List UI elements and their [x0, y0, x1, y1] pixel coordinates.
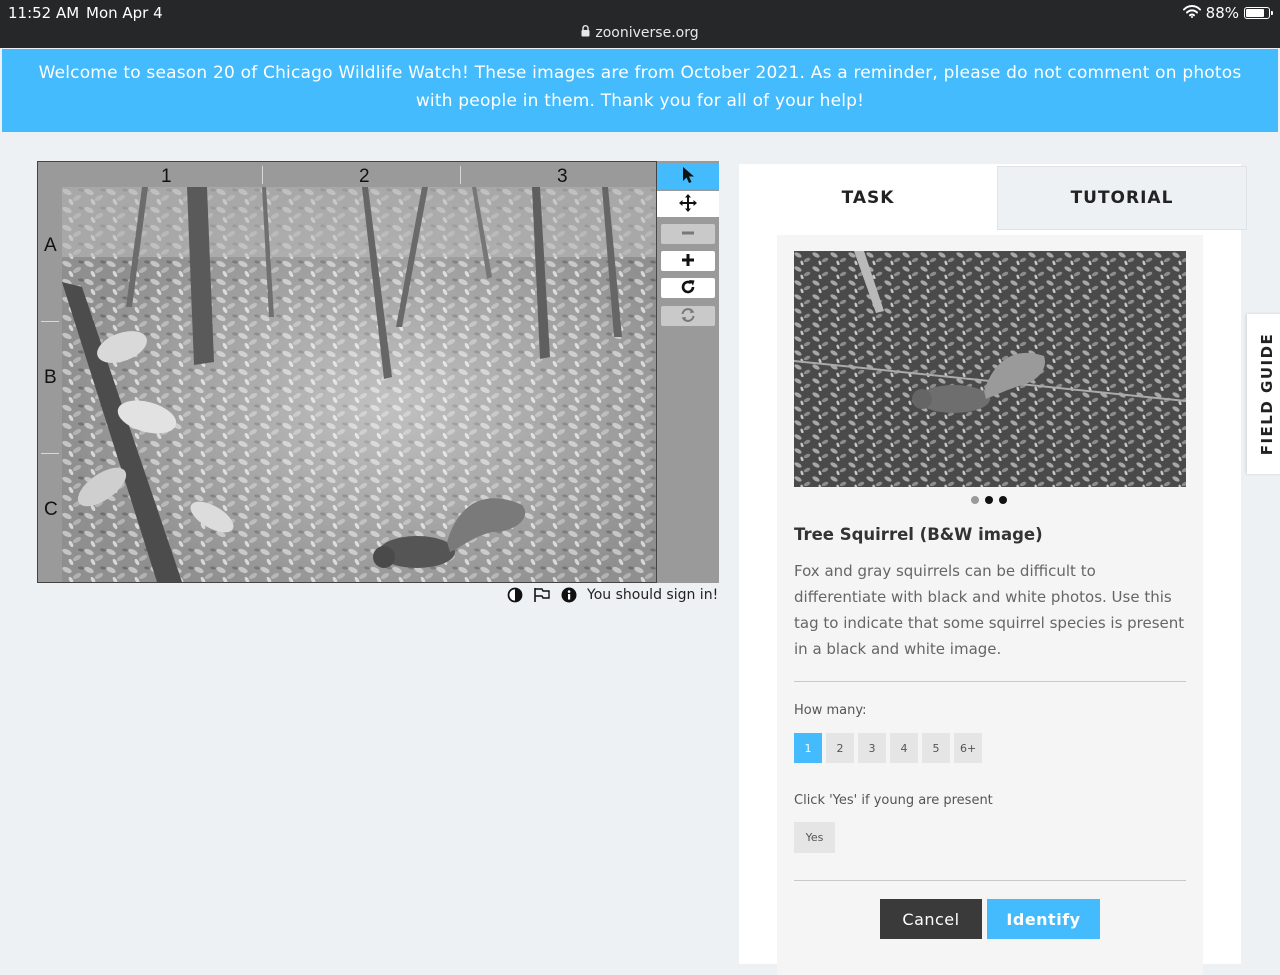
zoom-in-icon — [681, 253, 695, 270]
zoom-in-button[interactable] — [661, 251, 715, 271]
grid-column-label: 3 — [557, 166, 568, 187]
carousel-dot[interactable] — [971, 496, 979, 504]
species-name: Tree Squirrel (B&W image) — [794, 525, 1043, 544]
task-panel: TASK TUTORIAL Tree Squirrel (B&W image) … — [739, 164, 1247, 975]
field-guide-tab[interactable]: FIELD GUIDE — [1247, 314, 1280, 474]
wifi-icon — [1182, 4, 1201, 22]
grid-divider — [460, 166, 461, 184]
grid-divider — [41, 453, 59, 454]
count-option[interactable]: 3 — [858, 733, 886, 763]
species-example-image — [794, 251, 1186, 487]
info-icon[interactable] — [561, 587, 577, 603]
field-guide-label: FIELD GUIDE — [1258, 332, 1276, 456]
count-option[interactable]: 6+ — [954, 733, 983, 763]
species-description: Fox and gray squirrels can be difficult … — [794, 562, 1185, 658]
cancel-button[interactable]: Cancel — [880, 899, 982, 939]
grid-row-label: B — [44, 367, 57, 388]
young-label: Click 'Yes' if young are present — [794, 793, 993, 808]
grid-row-label: A — [44, 235, 57, 256]
battery-fill — [1246, 9, 1265, 17]
divider — [794, 880, 1186, 881]
tab-task[interactable]: TASK — [739, 164, 997, 232]
subject-viewer: 1 2 3 A B C You should sign in! — [37, 161, 719, 603]
count-options: 1 2 3 4 5 6+ — [794, 733, 983, 763]
invert-icon[interactable] — [507, 587, 523, 603]
count-option[interactable]: 2 — [826, 733, 854, 763]
reset-button[interactable] — [661, 306, 715, 326]
grid-row-label: C — [44, 499, 58, 520]
zoom-out-icon — [681, 226, 695, 243]
battery-percent: 88% — [1205, 4, 1239, 22]
species-card: Tree Squirrel (B&W image) Fox and gray s… — [777, 235, 1203, 975]
announcement-banner: Welcome to season 20 of Chicago Wildlife… — [2, 49, 1278, 132]
battery-icon — [1244, 7, 1273, 19]
count-option[interactable]: 5 — [922, 733, 950, 763]
divider — [794, 681, 1186, 682]
carousel-dot[interactable] — [985, 496, 993, 504]
count-option[interactable]: 1 — [794, 733, 822, 763]
sign-in-message[interactable]: You should sign in! — [587, 587, 718, 603]
status-date: Mon Apr 4 — [86, 4, 163, 22]
grid-divider — [262, 166, 263, 184]
move-icon — [678, 193, 698, 216]
grid-divider — [41, 321, 59, 322]
image-frame: 1 2 3 A B C — [37, 161, 657, 583]
identify-button[interactable]: Identify — [987, 899, 1100, 939]
carousel-dot[interactable] — [999, 496, 1007, 504]
move-button[interactable] — [657, 191, 719, 217]
how-many-label: How many: — [794, 703, 867, 718]
url-text: zooniverse.org — [595, 25, 699, 41]
zoom-out-button[interactable] — [661, 224, 715, 244]
rotate-button[interactable] — [661, 278, 715, 298]
lock-icon — [581, 25, 590, 41]
status-bar: 11:52 AM Mon Apr 4 zooniverse.org 88% — [0, 0, 1280, 48]
grid-column-label: 1 — [161, 166, 172, 187]
young-yes-button[interactable]: Yes — [794, 822, 835, 853]
carousel-dots[interactable] — [971, 496, 1007, 504]
reset-icon — [680, 307, 696, 326]
status-right: 88% — [1182, 4, 1273, 22]
status-time: 11:52 AM — [8, 4, 80, 22]
tab-tutorial[interactable]: TUTORIAL — [997, 166, 1247, 230]
subject-meta: You should sign in! — [507, 587, 718, 603]
subject-image[interactable] — [62, 187, 656, 582]
grid-column-label: 2 — [359, 166, 370, 187]
count-option[interactable]: 4 — [890, 733, 918, 763]
flag-icon[interactable] — [533, 587, 551, 603]
image-toolbar — [657, 161, 719, 583]
pointer-button[interactable] — [657, 163, 719, 189]
pointer-icon — [681, 166, 695, 187]
address-bar[interactable]: zooniverse.org — [0, 25, 1280, 41]
rotate-icon — [680, 279, 696, 298]
